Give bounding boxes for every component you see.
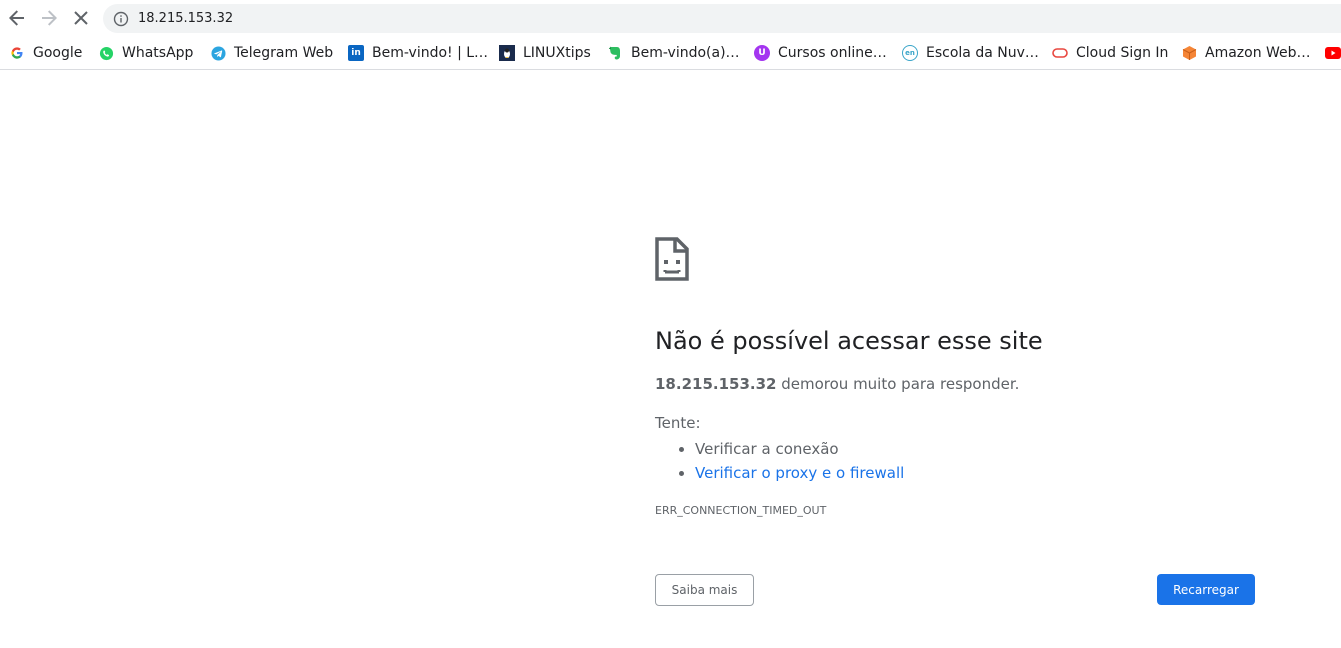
bookmark-label: Escola da Nuv… (926, 45, 1039, 61)
udemy-icon: U (754, 45, 770, 61)
reload-button[interactable]: Recarregar (1157, 574, 1255, 605)
bookmark-oracle-cloud[interactable]: Cloud Sign In (1052, 43, 1168, 63)
bookmarks-bar: Google WhatsApp Telegram Web in Bem-vind… (0, 37, 1341, 70)
info-icon[interactable] (113, 11, 129, 27)
evernote-icon (607, 45, 623, 61)
bookmark-youtube[interactable] (1325, 43, 1341, 63)
forward-button[interactable] (37, 6, 61, 30)
bookmark-label: Amazon Web… (1205, 45, 1311, 61)
bookmark-label: Bem-vindo! | L… (372, 45, 489, 61)
linuxtips-icon (499, 45, 515, 61)
bookmark-label: Telegram Web (234, 45, 334, 61)
back-button[interactable] (5, 6, 29, 30)
bookmark-evernote[interactable]: Bem-vindo(a)… (607, 43, 740, 63)
error-description-text: demorou muito para responder. (776, 375, 1020, 393)
google-icon (9, 45, 25, 61)
escola-nuvem-icon: en (902, 45, 918, 61)
bookmark-label: WhatsApp (122, 45, 194, 61)
bookmark-aws[interactable]: Amazon Web… (1181, 43, 1311, 63)
linkedin-icon: in (348, 45, 364, 61)
bookmark-label: LINUXtips (523, 45, 591, 61)
arrow-left-icon (9, 10, 24, 26)
stop-button[interactable] (69, 6, 93, 30)
aws-icon (1181, 45, 1197, 61)
bookmark-telegram[interactable]: Telegram Web (210, 43, 333, 63)
try-label: Tente: (655, 414, 701, 432)
bookmark-label: Cloud Sign In (1076, 45, 1169, 61)
url-text: 18.215.153.32 (138, 11, 234, 26)
bookmark-escola-da-nuvem[interactable]: en Escola da Nuv… (902, 43, 1039, 63)
sad-page-icon (655, 237, 689, 281)
bookmark-google[interactable]: Google (9, 43, 82, 63)
bookmark-label: Cursos online… (778, 45, 887, 61)
bookmark-linuxtips[interactable]: LINUXtips (499, 43, 591, 63)
suggestion-check-connection: Verificar a conexão (695, 437, 904, 461)
proxy-firewall-link[interactable]: Verificar o proxy e o firewall (695, 464, 904, 482)
error-host: 18.215.153.32 (655, 375, 777, 393)
bookmark-linkedin[interactable]: in Bem-vindo! | L… (348, 43, 488, 63)
suggestion-check-proxy-firewall[interactable]: Verificar o proxy e o firewall (695, 461, 904, 485)
browser-toolbar: 18.215.153.32 (0, 0, 1341, 37)
arrow-right-icon (42, 10, 57, 26)
youtube-icon (1325, 45, 1341, 61)
error-description: 18.215.153.32 demorou muito para respond… (655, 374, 1019, 394)
bookmark-label: Bem-vindo(a)… (631, 45, 740, 61)
oracle-cloud-icon (1052, 45, 1068, 61)
details-button[interactable]: Saiba mais (655, 574, 754, 606)
bookmark-label: Google (33, 45, 83, 61)
page-title: Não é possível acessar esse site (655, 327, 1043, 355)
whatsapp-icon (98, 45, 114, 61)
address-bar[interactable]: 18.215.153.32 (103, 4, 1341, 33)
close-icon (74, 11, 88, 25)
suggestions-list: Verificar a conexão Verificar o proxy e … (655, 437, 904, 485)
bookmark-udemy[interactable]: U Cursos online… (754, 43, 887, 63)
bookmark-whatsapp[interactable]: WhatsApp (98, 43, 193, 63)
telegram-icon (210, 45, 226, 61)
error-code: ERR_CONNECTION_TIMED_OUT (655, 504, 827, 517)
